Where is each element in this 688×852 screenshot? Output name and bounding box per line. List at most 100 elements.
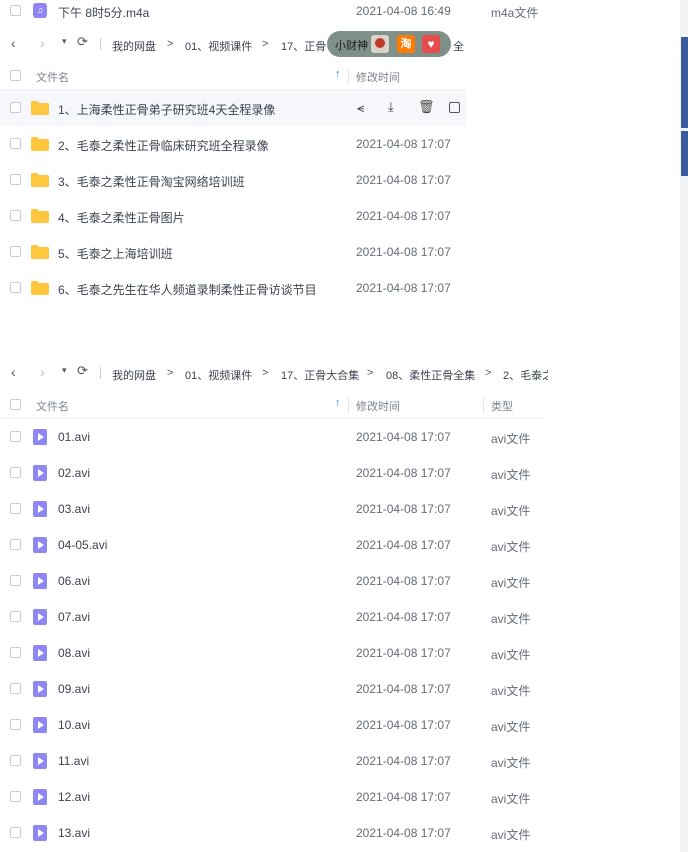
row-checkbox[interactable] bbox=[10, 539, 21, 550]
file-name[interactable]: 12.avi bbox=[58, 790, 90, 804]
file-name[interactable]: 09.avi bbox=[58, 682, 90, 696]
back-arrow-icon[interactable]: ‹ bbox=[11, 364, 16, 380]
back-arrow-icon[interactable]: ‹ bbox=[11, 35, 16, 51]
breadcrumb-item[interactable]: 2、毛泰之 bbox=[503, 367, 548, 383]
list-item[interactable]: 3、毛泰之柔性正骨淘宝网络培训班 2021-04-08 17:07 bbox=[0, 162, 466, 198]
row-checkbox[interactable] bbox=[10, 282, 21, 293]
file-type: avi文件 bbox=[491, 612, 531, 626]
share-icon[interactable]: ⪪ bbox=[357, 100, 364, 116]
breadcrumb-item[interactable]: 01、视频课件 bbox=[185, 38, 252, 54]
row-checkbox[interactable] bbox=[10, 755, 21, 766]
column-divider[interactable] bbox=[483, 396, 484, 414]
list-item[interactable]: 2、毛泰之柔性正骨临床研究班全程录像 2021-04-08 17:07 bbox=[0, 126, 466, 162]
row-checkbox[interactable] bbox=[10, 138, 21, 149]
table-row[interactable]: 04-05.avi 2021-04-08 17:07 avi文件 bbox=[0, 527, 545, 563]
row-checkbox[interactable] bbox=[10, 791, 21, 802]
row-checkbox[interactable] bbox=[10, 647, 21, 658]
file-name[interactable]: 07.avi bbox=[58, 610, 90, 624]
table-row[interactable]: 11.avi 2021-04-08 17:07 avi文件 bbox=[0, 743, 545, 779]
folder-name[interactable]: 3、毛泰之柔性正骨淘宝网络培训班 bbox=[58, 173, 245, 190]
column-divider[interactable] bbox=[348, 396, 349, 414]
column-header-type[interactable]: 类型 bbox=[491, 398, 513, 414]
row-checkbox[interactable] bbox=[10, 683, 21, 694]
row-checkbox[interactable] bbox=[10, 102, 21, 113]
file-time: 2021-04-08 17:07 bbox=[356, 790, 451, 804]
row-checkbox[interactable] bbox=[10, 246, 21, 257]
row-checkbox[interactable] bbox=[10, 431, 21, 442]
breadcrumb-item[interactable]: 01、视频课件 bbox=[185, 367, 252, 383]
video-file-icon bbox=[33, 789, 47, 805]
column-header-name[interactable]: 文件名 bbox=[36, 69, 69, 85]
row-checkbox[interactable] bbox=[10, 210, 21, 221]
file-name[interactable]: 06.avi bbox=[58, 574, 90, 588]
download-icon[interactable]: ⤓ bbox=[388, 99, 394, 115]
table-row[interactable]: 02.avi 2021-04-08 17:07 avi文件 bbox=[0, 455, 545, 491]
heart-icon[interactable]: ♥ bbox=[422, 35, 440, 53]
column-header-name[interactable]: 文件名 bbox=[36, 398, 69, 414]
folder-name[interactable]: 5、毛泰之上海培训班 bbox=[58, 245, 173, 262]
taobao-icon[interactable]: 淘 bbox=[397, 35, 415, 53]
folder-name[interactable]: 2、毛泰之柔性正骨临床研究班全程录像 bbox=[58, 137, 269, 154]
file-name[interactable]: 13.avi bbox=[58, 826, 90, 840]
table-row[interactable]: 08.avi 2021-04-08 17:07 avi文件 bbox=[0, 635, 545, 671]
refresh-icon[interactable]: ⟳ bbox=[77, 34, 88, 50]
select-all-checkbox[interactable] bbox=[10, 70, 21, 81]
folder-name[interactable]: 4、毛泰之柔性正骨图片 bbox=[58, 209, 185, 226]
table-row[interactable]: 06.avi 2021-04-08 17:07 avi文件 bbox=[0, 563, 545, 599]
breadcrumb-item[interactable]: 17、正骨大合集 bbox=[281, 367, 359, 383]
table-row[interactable]: 13.avi 2021-04-08 17:07 avi文件 bbox=[0, 815, 545, 851]
list-item[interactable]: 4、毛泰之柔性正骨图片 2021-04-08 17:07 bbox=[0, 198, 466, 234]
floating-badge[interactable]: 小财神 淘 ♥ bbox=[327, 31, 451, 57]
sort-arrow-icon[interactable]: ↑ bbox=[335, 68, 341, 80]
row-checkbox[interactable] bbox=[10, 611, 21, 622]
row-checkbox[interactable] bbox=[10, 467, 21, 478]
breadcrumb-item[interactable]: 全 bbox=[453, 38, 464, 54]
folder-name[interactable]: 6、毛泰之先生在华人频道录制柔性正骨访谈节目 bbox=[58, 281, 317, 298]
top-file-row[interactable]: ♫ 下午 8时5分.m4a 2021-04-08 16:49 m4a文件 bbox=[0, 0, 680, 22]
row-checkbox[interactable] bbox=[10, 827, 21, 838]
dropdown-icon[interactable]: ▾ bbox=[62, 365, 67, 376]
dropdown-icon[interactable]: ▾ bbox=[62, 36, 67, 47]
table-row[interactable]: 01.avi 2021-04-08 17:07 avi文件 bbox=[0, 419, 545, 455]
file-name[interactable]: 02.avi bbox=[58, 466, 90, 480]
breadcrumb-item[interactable]: 17、正骨 bbox=[281, 38, 326, 54]
folder-name[interactable]: 1、上海柔性正骨弟子研究班4天全程录像 bbox=[58, 101, 275, 118]
row-checkbox[interactable] bbox=[10, 503, 21, 514]
breadcrumb-item[interactable]: 我的网盘 bbox=[112, 367, 156, 383]
file-time: 2021-04-08 17:07 bbox=[356, 502, 451, 516]
file-name[interactable]: 10.avi bbox=[58, 718, 90, 732]
forward-arrow-icon[interactable]: › bbox=[40, 35, 45, 51]
row-checkbox[interactable] bbox=[10, 719, 21, 730]
table-row[interactable]: 09.avi 2021-04-08 17:07 avi文件 bbox=[0, 671, 545, 707]
list-item[interactable]: 6、毛泰之先生在华人频道录制柔性正骨访谈节目 2021-04-08 17:07 bbox=[0, 270, 466, 306]
more-icon[interactable] bbox=[449, 102, 460, 113]
right-edge-tab-1[interactable] bbox=[681, 37, 688, 128]
table-row[interactable]: 10.avi 2021-04-08 17:07 avi文件 bbox=[0, 707, 545, 743]
folder-time: 2021-04-08 17:07 bbox=[356, 281, 451, 295]
column-header-time[interactable]: 修改时间 bbox=[356, 69, 400, 85]
table-row[interactable]: 07.avi 2021-04-08 17:07 avi文件 bbox=[0, 599, 545, 635]
file-name[interactable]: 04-05.avi bbox=[58, 538, 107, 552]
delete-icon[interactable]: 🗑 bbox=[418, 99, 435, 115]
list-item[interactable]: 1、上海柔性正骨弟子研究班4天全程录像 ⪪ ⤓ 🗑 bbox=[0, 90, 466, 126]
file-name[interactable]: 01.avi bbox=[58, 430, 90, 444]
row-checkbox[interactable] bbox=[10, 575, 21, 586]
file-name[interactable]: 11.avi bbox=[58, 754, 89, 768]
row-checkbox[interactable] bbox=[10, 174, 21, 185]
column-header-time[interactable]: 修改时间 bbox=[356, 398, 400, 414]
row-checkbox[interactable] bbox=[10, 5, 21, 16]
file-name[interactable]: 03.avi bbox=[58, 502, 90, 516]
table-row[interactable]: 12.avi 2021-04-08 17:07 avi文件 bbox=[0, 779, 545, 815]
sort-arrow-icon[interactable]: ↑ bbox=[335, 397, 341, 409]
select-all-checkbox[interactable] bbox=[10, 399, 21, 410]
column-divider[interactable] bbox=[348, 67, 349, 85]
breadcrumb-item[interactable]: 08、柔性正骨全集 bbox=[386, 367, 475, 383]
refresh-icon[interactable]: ⟳ bbox=[77, 363, 88, 379]
table-row[interactable]: 03.avi 2021-04-08 17:07 avi文件 bbox=[0, 491, 545, 527]
file-name[interactable]: 08.avi bbox=[58, 646, 90, 660]
right-edge-tab-2[interactable] bbox=[681, 131, 688, 176]
forward-arrow-icon[interactable]: › bbox=[40, 364, 45, 380]
list-item[interactable]: 5、毛泰之上海培训班 2021-04-08 17:07 bbox=[0, 234, 466, 270]
breadcrumb-item[interactable]: 我的网盘 bbox=[112, 38, 156, 54]
file-type: avi文件 bbox=[491, 504, 531, 518]
